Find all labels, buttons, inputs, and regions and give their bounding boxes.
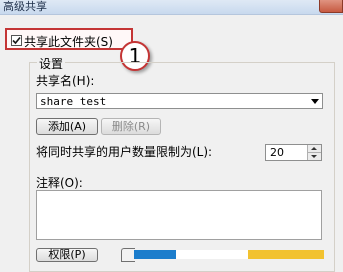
share-name-dropdown[interactable]: share test [36,93,323,109]
window-title: 高级共享 [3,0,47,13]
comment-textarea[interactable] [36,190,322,240]
stepper-up-button[interactable] [308,145,321,153]
overlay-image-strip [134,250,324,259]
remove-button[interactable]: 删除(R) [101,118,161,135]
share-folder-label[interactable]: 共享此文件夹(S) [24,33,113,50]
comment-label: 注释(O): [36,176,83,190]
title-bar: 高级共享 [0,0,343,15]
chevron-down-icon[interactable] [311,99,319,104]
settings-group-title: 设置 [37,55,66,72]
arrow-up-icon [311,147,317,150]
user-limit-stepper[interactable]: 20 [265,144,322,161]
caching-button[interactable] [121,248,135,262]
share-folder-checkbox[interactable] [11,35,22,46]
close-button[interactable] [319,0,343,13]
permissions-button[interactable]: 权限(P) [36,248,98,262]
add-button[interactable]: 添加(A) [36,118,98,135]
check-icon [12,36,21,45]
stepper-down-button[interactable] [308,153,321,160]
share-name-label: 共享名(H): [36,74,95,88]
share-name-value: share test [40,95,107,108]
user-limit-label: 将同时共享的用户数量限制为(L): [36,145,213,159]
arrow-down-icon [311,155,317,158]
user-limit-value[interactable]: 20 [270,146,284,159]
stepper-buttons [307,145,321,160]
